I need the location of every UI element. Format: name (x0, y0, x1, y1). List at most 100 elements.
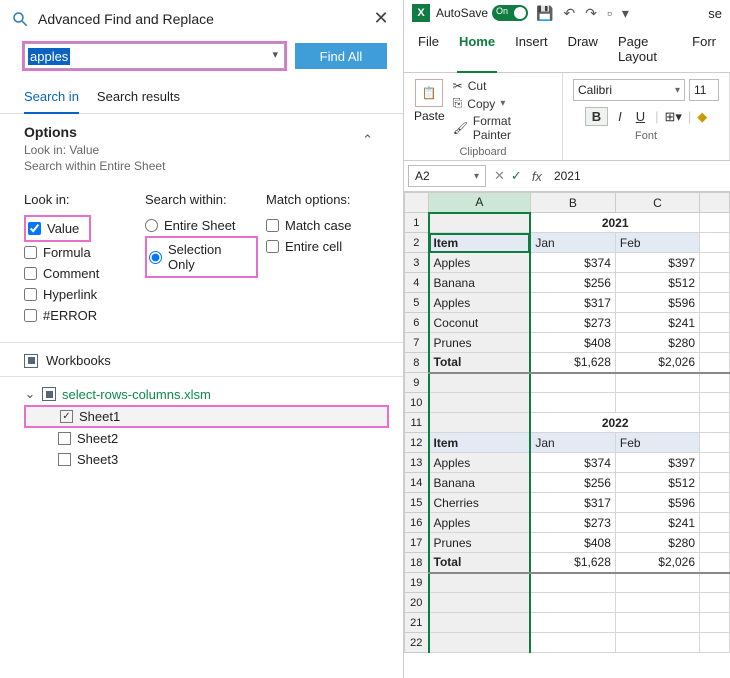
cell[interactable] (429, 413, 531, 433)
cell[interactable]: Apples (429, 253, 531, 273)
cell[interactable]: Prunes (429, 533, 531, 553)
cell[interactable]: Feb (615, 233, 699, 253)
cell[interactable] (530, 573, 615, 593)
sheet3-row[interactable]: Sheet3 (24, 449, 389, 470)
cell[interactable]: $596 (615, 293, 699, 313)
row-header-10[interactable]: 10 (405, 393, 429, 413)
sheet1-row[interactable]: Sheet1 (24, 405, 389, 428)
find-all-button[interactable]: Find All (295, 43, 387, 69)
look-in-formula[interactable]: Formula (24, 242, 137, 263)
chevron-down-icon[interactable]: ▾ (500, 98, 505, 109)
cell[interactable] (700, 233, 730, 253)
cell[interactable]: Cherries (429, 493, 531, 513)
row-header-19[interactable]: 19 (405, 573, 429, 593)
font-name-select[interactable]: Calibri▾ (573, 79, 685, 101)
row-header-8[interactable]: 8 (405, 353, 429, 373)
border-button[interactable]: ⊞▾ (664, 109, 681, 125)
cell[interactable]: $512 (615, 273, 699, 293)
cell[interactable] (700, 213, 730, 233)
cell[interactable] (700, 313, 730, 333)
workbooks-header[interactable]: Workbooks (0, 342, 403, 377)
cell[interactable]: Total (429, 553, 531, 573)
cell[interactable]: $596 (615, 493, 699, 513)
row-header-16[interactable]: 16 (405, 513, 429, 533)
cell[interactable] (700, 393, 730, 413)
row-header-13[interactable]: 13 (405, 453, 429, 473)
col-header-A[interactable]: A (429, 193, 531, 213)
cell[interactable]: $2,026 (615, 353, 699, 373)
search-within-selection[interactable]: Selection Only (149, 239, 246, 275)
cell[interactable]: $241 (615, 313, 699, 333)
cell[interactable] (700, 273, 730, 293)
redo-icon[interactable]: ↷ (583, 5, 599, 22)
cell[interactable] (700, 473, 730, 493)
cell[interactable] (700, 593, 730, 613)
row-header-21[interactable]: 21 (405, 613, 429, 633)
cell[interactable] (700, 413, 730, 433)
cell[interactable] (615, 633, 699, 653)
look-in-error[interactable]: #ERROR (24, 305, 137, 326)
cell[interactable]: $273 (530, 313, 615, 333)
cell[interactable] (530, 393, 615, 413)
cell[interactable]: Apples (429, 453, 531, 473)
cell[interactable] (615, 393, 699, 413)
tab-formulas[interactable]: Forr (690, 30, 718, 72)
tab-search-results[interactable]: Search results (97, 85, 180, 113)
collapse-icon[interactable]: ⌃ (362, 124, 379, 148)
accept-icon[interactable]: ✓ (511, 168, 522, 184)
row-header-17[interactable]: 17 (405, 533, 429, 553)
cell[interactable]: $317 (530, 493, 615, 513)
cell[interactable] (700, 553, 730, 573)
cell[interactable]: $317 (530, 293, 615, 313)
row-header-2[interactable]: 2 (405, 233, 429, 253)
cell[interactable]: Banana (429, 273, 531, 293)
row-header-15[interactable]: 15 (405, 493, 429, 513)
col-header-B[interactable]: B (530, 193, 615, 213)
cell[interactable]: Apples (429, 513, 531, 533)
row-header-5[interactable]: 5 (405, 293, 429, 313)
row-header-11[interactable]: 11 (405, 413, 429, 433)
workbook-row[interactable]: ⌄ select-rows-columns.xlsm (24, 383, 389, 405)
row-header-7[interactable]: 7 (405, 333, 429, 353)
row-header-18[interactable]: 18 (405, 553, 429, 573)
cell[interactable]: Apples (429, 293, 531, 313)
row-header-6[interactable]: 6 (405, 313, 429, 333)
row-header-20[interactable]: 20 (405, 593, 429, 613)
cell[interactable] (429, 593, 531, 613)
cell[interactable] (700, 373, 730, 393)
cell[interactable] (429, 573, 531, 593)
tab-insert[interactable]: Insert (513, 30, 550, 72)
row-header-3[interactable]: 3 (405, 253, 429, 273)
chevron-down-icon[interactable]: ▾ (272, 48, 278, 61)
look-in-hyperlink[interactable]: Hyperlink (24, 284, 137, 305)
save-icon[interactable]: 💾 (534, 5, 555, 22)
undo-icon[interactable]: ↶ (561, 5, 577, 22)
bold-button[interactable]: B (585, 107, 608, 126)
paste-button[interactable]: 📋 Paste (414, 79, 445, 142)
tab-page-layout[interactable]: Page Layout (616, 30, 674, 72)
cell[interactable]: $374 (530, 453, 615, 473)
cell[interactable] (700, 633, 730, 653)
row-header-9[interactable]: 9 (405, 373, 429, 393)
fill-color-button[interactable]: ◆ (697, 109, 707, 125)
new-icon[interactable]: ▫ (605, 5, 614, 21)
cell[interactable] (700, 433, 730, 453)
cell[interactable]: $273 (530, 513, 615, 533)
tab-home[interactable]: Home (457, 30, 497, 73)
cell[interactable]: Total (429, 353, 531, 373)
cell[interactable]: $2,026 (615, 553, 699, 573)
more-icon[interactable]: ▾ (620, 5, 631, 22)
tab-search-in[interactable]: Search in (24, 85, 79, 114)
cell[interactable]: Jan (530, 433, 615, 453)
row-header-4[interactable]: 4 (405, 273, 429, 293)
match-case[interactable]: Match case (266, 215, 379, 236)
look-in-comment[interactable]: Comment (24, 263, 137, 284)
cell[interactable] (429, 213, 531, 233)
cell[interactable] (530, 613, 615, 633)
fx-icon[interactable]: fx (526, 169, 548, 184)
row-header-14[interactable]: 14 (405, 473, 429, 493)
cell[interactable]: $512 (615, 473, 699, 493)
close-icon[interactable]: ✕ (369, 8, 393, 29)
cell[interactable]: 2021 (530, 213, 699, 233)
cell[interactable]: Prunes (429, 333, 531, 353)
